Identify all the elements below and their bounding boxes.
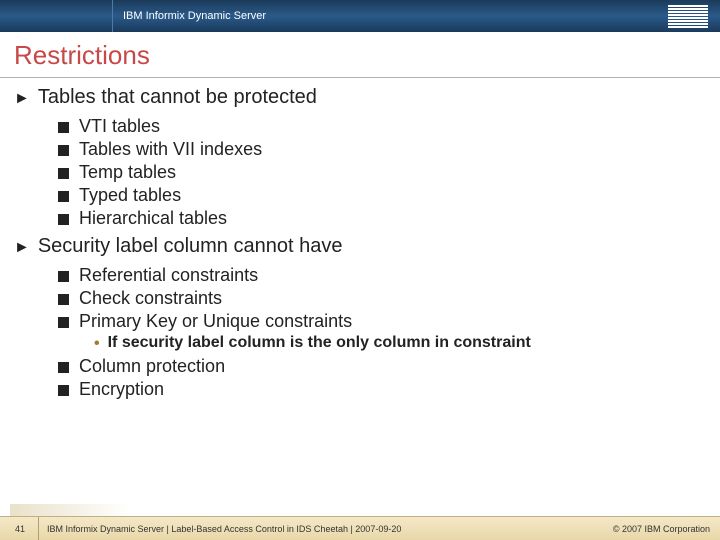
square-bullet-icon: [58, 145, 69, 156]
list-item-text: Temp tables: [79, 162, 176, 183]
footer-divider: [38, 517, 39, 540]
list-item: Tables with VII indexes: [58, 139, 706, 160]
triangle-bullet-icon: ►: [14, 86, 30, 112]
header-divider: [112, 0, 113, 32]
square-bullet-icon: [58, 362, 69, 373]
footer-text: IBM Informix Dynamic Server | Label-Base…: [47, 524, 401, 534]
list-item: Temp tables: [58, 162, 706, 183]
list-item: VTI tables: [58, 116, 706, 137]
ibm-logo-icon: [668, 5, 708, 28]
slide-title: Restrictions: [0, 32, 720, 78]
dot-bullet-icon: •: [94, 334, 100, 354]
square-bullet-icon: [58, 385, 69, 396]
triangle-bullet-icon: ►: [14, 235, 30, 261]
footer-bar: 41 IBM Informix Dynamic Server | Label-B…: [0, 516, 720, 540]
list-item: Encryption: [58, 379, 706, 400]
list-item-text: Primary Key or Unique constraints: [79, 311, 352, 332]
square-bullet-icon: [58, 168, 69, 179]
list-item-text: Encryption: [79, 379, 164, 400]
list-item-text: Referential constraints: [79, 265, 258, 286]
sub-list-item: • If security label column is the only co…: [94, 334, 706, 354]
header-bar: IBM Informix Dynamic Server: [0, 0, 720, 32]
slide-content: ► Tables that cannot be protected VTI ta…: [0, 86, 720, 400]
list-item: Check constraints: [58, 288, 706, 309]
list-item: Primary Key or Unique constraints: [58, 311, 706, 332]
square-bullet-icon: [58, 271, 69, 282]
section-heading: ► Security label column cannot have: [14, 235, 706, 261]
square-bullet-icon: [58, 294, 69, 305]
header-product-name: IBM Informix Dynamic Server: [123, 10, 266, 22]
footer-decoration: [10, 504, 130, 516]
page-number: 41: [10, 524, 30, 534]
list-item-text: Tables with VII indexes: [79, 139, 262, 160]
list-item: Referential constraints: [58, 265, 706, 286]
square-bullet-icon: [58, 317, 69, 328]
list-item-text: Check constraints: [79, 288, 222, 309]
square-bullet-icon: [58, 214, 69, 225]
section-heading-text: Security label column cannot have: [38, 235, 343, 258]
list-item: Typed tables: [58, 185, 706, 206]
square-bullet-icon: [58, 122, 69, 133]
list-item-text: Hierarchical tables: [79, 208, 227, 229]
list-item-text: Typed tables: [79, 185, 181, 206]
square-bullet-icon: [58, 191, 69, 202]
section-heading: ► Tables that cannot be protected: [14, 86, 706, 112]
list-item: Hierarchical tables: [58, 208, 706, 229]
list-item-text: VTI tables: [79, 116, 160, 137]
sub-list-item-text: If security label column is the only col…: [108, 334, 531, 352]
list-item-text: Column protection: [79, 356, 225, 377]
section-heading-text: Tables that cannot be protected: [38, 86, 317, 109]
footer-copyright: © 2007 IBM Corporation: [613, 524, 710, 534]
list-item: Column protection: [58, 356, 706, 377]
